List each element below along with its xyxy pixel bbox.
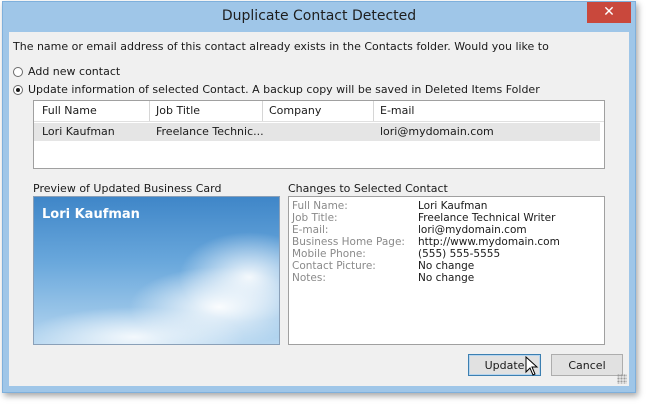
mouse-pointer-icon — [525, 356, 539, 376]
card-name: Lori Kaufman — [42, 207, 140, 222]
cancel-button[interactable]: Cancel — [551, 354, 623, 376]
radio-add-new-contact[interactable] — [13, 66, 23, 77]
change-row-notes: Notes: No change — [292, 272, 475, 284]
column-full-name[interactable]: Full Name — [42, 104, 97, 117]
column-divider[interactable] — [373, 101, 374, 121]
change-row-full-name: Full Name: Lori Kaufman — [292, 200, 488, 212]
update-contact-option[interactable]: Update information of selected Contact. … — [13, 83, 540, 96]
cell-job-title: Freelance Technic... — [156, 125, 264, 138]
change-row-email: E-mail: lori@mydomain.com — [292, 224, 527, 236]
column-divider[interactable] — [262, 101, 263, 121]
change-row-mobile-phone: Mobile Phone: (555) 555-5555 — [292, 248, 501, 260]
add-new-contact-label: Add new contact — [28, 65, 121, 78]
column-divider[interactable] — [149, 101, 150, 121]
change-row-home-page: Business Home Page: http://www.mydomain.c… — [292, 236, 560, 248]
resize-grip-icon[interactable] — [617, 374, 627, 384]
change-row-contact-picture: Contact Picture: No change — [292, 260, 475, 272]
cell-full-name: Lori Kaufman — [42, 125, 115, 138]
column-email[interactable]: E-mail — [380, 104, 415, 117]
preview-label: Preview of Updated Business Card — [33, 182, 222, 195]
column-job-title[interactable]: Job Title — [156, 104, 200, 117]
add-new-contact-option[interactable]: Add new contact — [13, 65, 120, 78]
changes-list[interactable]: Full Name: Lori Kaufman Job Title: Freelan… — [288, 196, 605, 345]
radio-update-contact[interactable] — [13, 84, 23, 95]
close-button[interactable]: ✕ — [587, 2, 631, 23]
update-contact-label: Update information of selected Contact. … — [28, 83, 540, 96]
contact-list-header: Full Name Job Title Company E-mail — [34, 101, 604, 122]
dialog-body: The name or email address of this contac… — [9, 32, 629, 386]
changes-label: Changes to Selected Contact — [288, 182, 448, 195]
dialog-title: Duplicate Contact Detected — [221, 8, 417, 24]
duplicate-contact-dialog: Duplicate Contact Detected ✕ The name or… — [2, 1, 636, 393]
cell-email: lori@mydomain.com — [380, 125, 494, 138]
column-company[interactable]: Company — [269, 104, 321, 117]
contact-list[interactable]: Full Name Job Title Company E-mail Lori … — [33, 100, 605, 169]
close-icon: ✕ — [603, 4, 615, 20]
change-row-job-title: Job Title: Freelance Technical Writer — [292, 212, 556, 224]
table-row[interactable]: Lori Kaufman Freelance Technic... lori@m… — [34, 123, 600, 141]
prompt-text: The name or email address of this contac… — [13, 40, 549, 53]
title-bar: Duplicate Contact Detected ✕ — [3, 2, 635, 32]
business-card-preview: Lori Kaufman — [33, 196, 280, 345]
